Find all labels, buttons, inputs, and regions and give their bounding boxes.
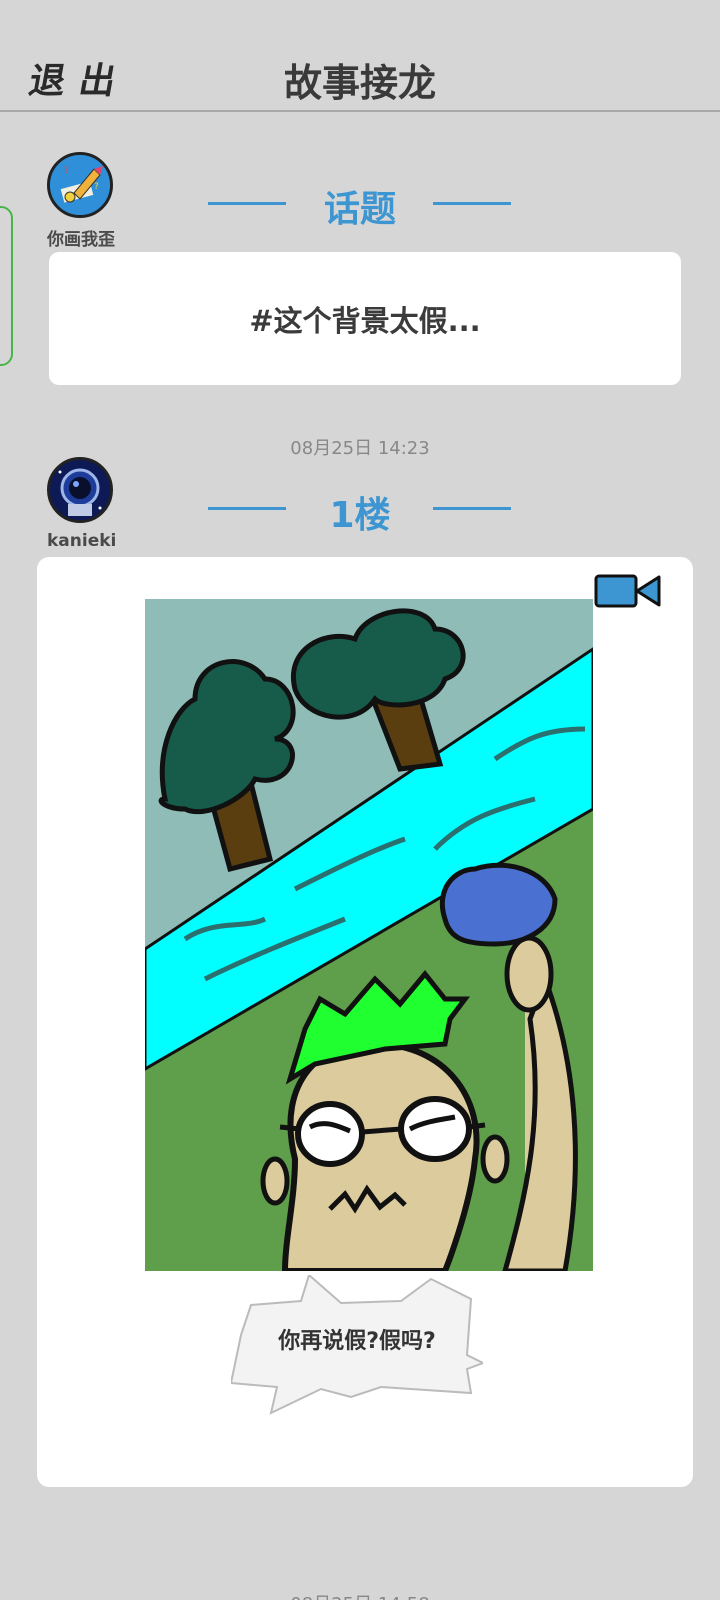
topic-card[interactable]: #这个背景太假...: [49, 252, 681, 385]
video-camera-icon[interactable]: [593, 571, 665, 611]
divider-right: [433, 202, 511, 205]
header-bar: 退出 故事接龙: [0, 0, 720, 112]
page-title: 故事接龙: [283, 61, 436, 105]
floor-label: 1楼: [329, 495, 391, 536]
topic-text: #这个背景太假...: [249, 304, 481, 338]
divider-right: [433, 507, 511, 510]
svg-text:?: ?: [64, 166, 69, 176]
story-drawing: [145, 599, 593, 1271]
speech-bubble-text: 你再说假?假吗?: [278, 1329, 436, 1354]
next-post-timestamp: 08月25日 14:58: [0, 1590, 720, 1600]
post-card[interactable]: 你再说假?假吗?: [37, 557, 693, 1487]
post-timestamp: 08月25日 14:23: [290, 438, 430, 459]
topic-section-label: 话题: [323, 189, 396, 230]
